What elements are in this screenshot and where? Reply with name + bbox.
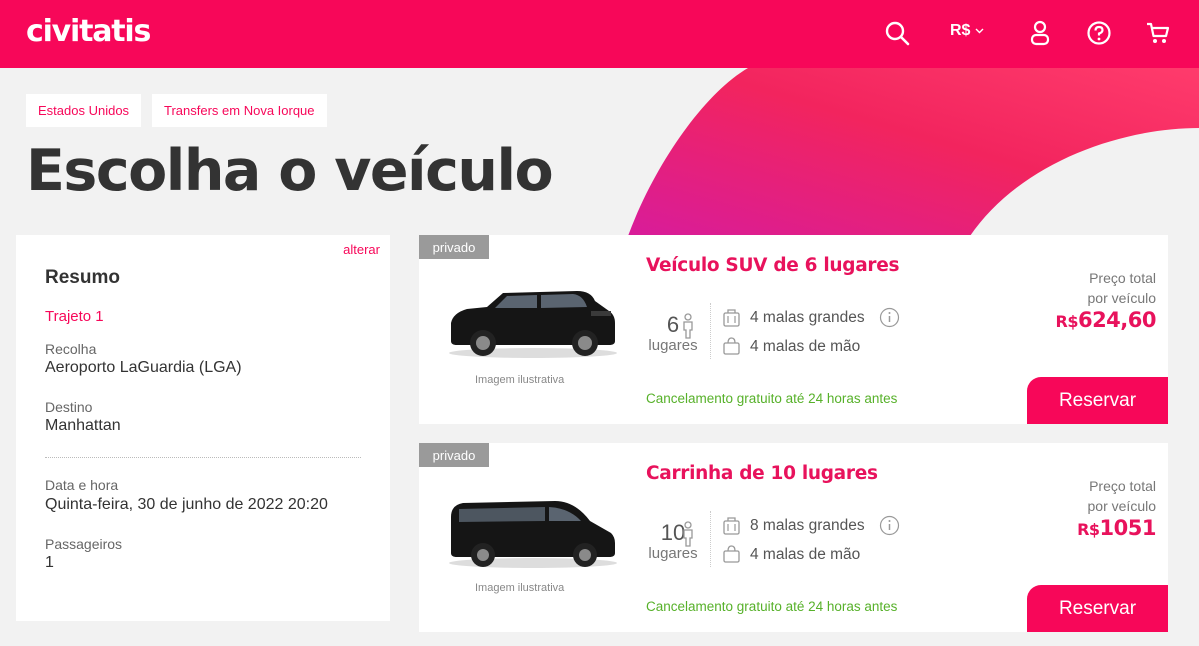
- image-caption: Imagem ilustrativa: [475, 582, 565, 594]
- pickup-label: Recolha: [45, 341, 97, 357]
- help-icon[interactable]: [1084, 18, 1114, 48]
- summary-panel: alterar Resumo Trajeto 1 Recolha Aeropor…: [16, 235, 390, 621]
- seats-label: lugares: [648, 337, 698, 354]
- person-icon: [683, 313, 693, 339]
- handbag-icon: [723, 337, 740, 355]
- price-per-vehicle-label: por veículo: [1087, 290, 1156, 306]
- handbag-icon: [723, 545, 740, 563]
- reserve-button[interactable]: Reservar: [1027, 585, 1168, 632]
- price-per-vehicle-label: por veículo: [1087, 498, 1156, 514]
- reserve-button[interactable]: Reservar: [1027, 377, 1168, 424]
- price-currency: R$: [1055, 312, 1079, 331]
- info-icon[interactable]: [879, 307, 900, 328]
- hand-bags-text: 4 malas de mão: [750, 338, 861, 355]
- private-tag: privado: [419, 443, 489, 467]
- datetime-label: Data e hora: [45, 477, 119, 493]
- search-icon[interactable]: [882, 18, 912, 48]
- specs-divider: [710, 511, 711, 567]
- suitcase-icon: [723, 517, 740, 535]
- private-tag: privado: [419, 235, 489, 259]
- datetime-value: Quinta-feira, 30 de junho de 2022 20:20: [45, 496, 328, 513]
- currency-selector[interactable]: R$: [950, 22, 984, 40]
- logo[interactable]: civitatis: [26, 14, 151, 49]
- user-icon[interactable]: [1025, 18, 1055, 48]
- page-title: Escolha o veículo: [26, 138, 554, 204]
- price: R$1051: [1077, 516, 1156, 540]
- price-amount: 624,60: [1077, 308, 1157, 332]
- cart-icon[interactable]: [1143, 18, 1173, 48]
- suv-image: [449, 291, 617, 358]
- passengers-value: 1: [45, 554, 54, 571]
- large-bags-text: 4 malas grandes: [750, 309, 865, 326]
- top-bar: civitatis R$: [0, 0, 1199, 68]
- price-currency: R$: [1077, 520, 1100, 539]
- large-bags-text: 8 malas grandes: [750, 517, 865, 534]
- vehicle-card: privado Imagem ilustrativa Carrinha de 1…: [419, 443, 1168, 632]
- summary-divider: [45, 457, 361, 458]
- person-icon: [683, 521, 693, 547]
- price-label: Preço total: [1089, 270, 1156, 286]
- info-icon[interactable]: [879, 515, 900, 536]
- decorative-gradient-blob: [628, 68, 1199, 236]
- pickup-value: Aeroporto LaGuardia (LGA): [45, 359, 242, 376]
- price: R$624,60: [1056, 308, 1157, 332]
- vehicle-title[interactable]: Veículo SUV de 6 lugares: [646, 255, 900, 276]
- destination-value: Manhattan: [45, 417, 121, 434]
- seats-label: lugares: [648, 545, 698, 562]
- currency-label: R$: [950, 22, 971, 39]
- price-label: Preço total: [1089, 478, 1156, 494]
- image-caption: Imagem ilustrativa: [475, 374, 565, 386]
- destination-label: Destino: [45, 399, 93, 415]
- breadcrumb-item-country[interactable]: Estados Unidos: [26, 94, 142, 127]
- free-cancellation-text: Cancelamento gratuito até 24 horas antes: [646, 599, 898, 614]
- chevron-down-icon: [975, 28, 984, 34]
- vehicle-title[interactable]: Carrinha de 10 lugares: [646, 463, 878, 484]
- suitcase-icon: [723, 309, 740, 327]
- summary-heading: Resumo: [45, 267, 120, 288]
- price-amount: 1051: [1099, 516, 1157, 540]
- breadcrumb-item-transfers[interactable]: Transfers em Nova Iorque: [152, 94, 327, 127]
- route-label: Trajeto 1: [45, 308, 104, 325]
- change-link[interactable]: alterar: [343, 242, 380, 257]
- hand-bags-text: 4 malas de mão: [750, 546, 861, 563]
- vehicle-card: privado Imagem ilustrativa Veículo SUV d…: [419, 235, 1168, 424]
- passengers-label: Passageiros: [45, 536, 123, 552]
- specs-divider: [710, 303, 711, 359]
- free-cancellation-text: Cancelamento gratuito até 24 horas antes: [646, 391, 898, 406]
- van-image: [449, 501, 617, 568]
